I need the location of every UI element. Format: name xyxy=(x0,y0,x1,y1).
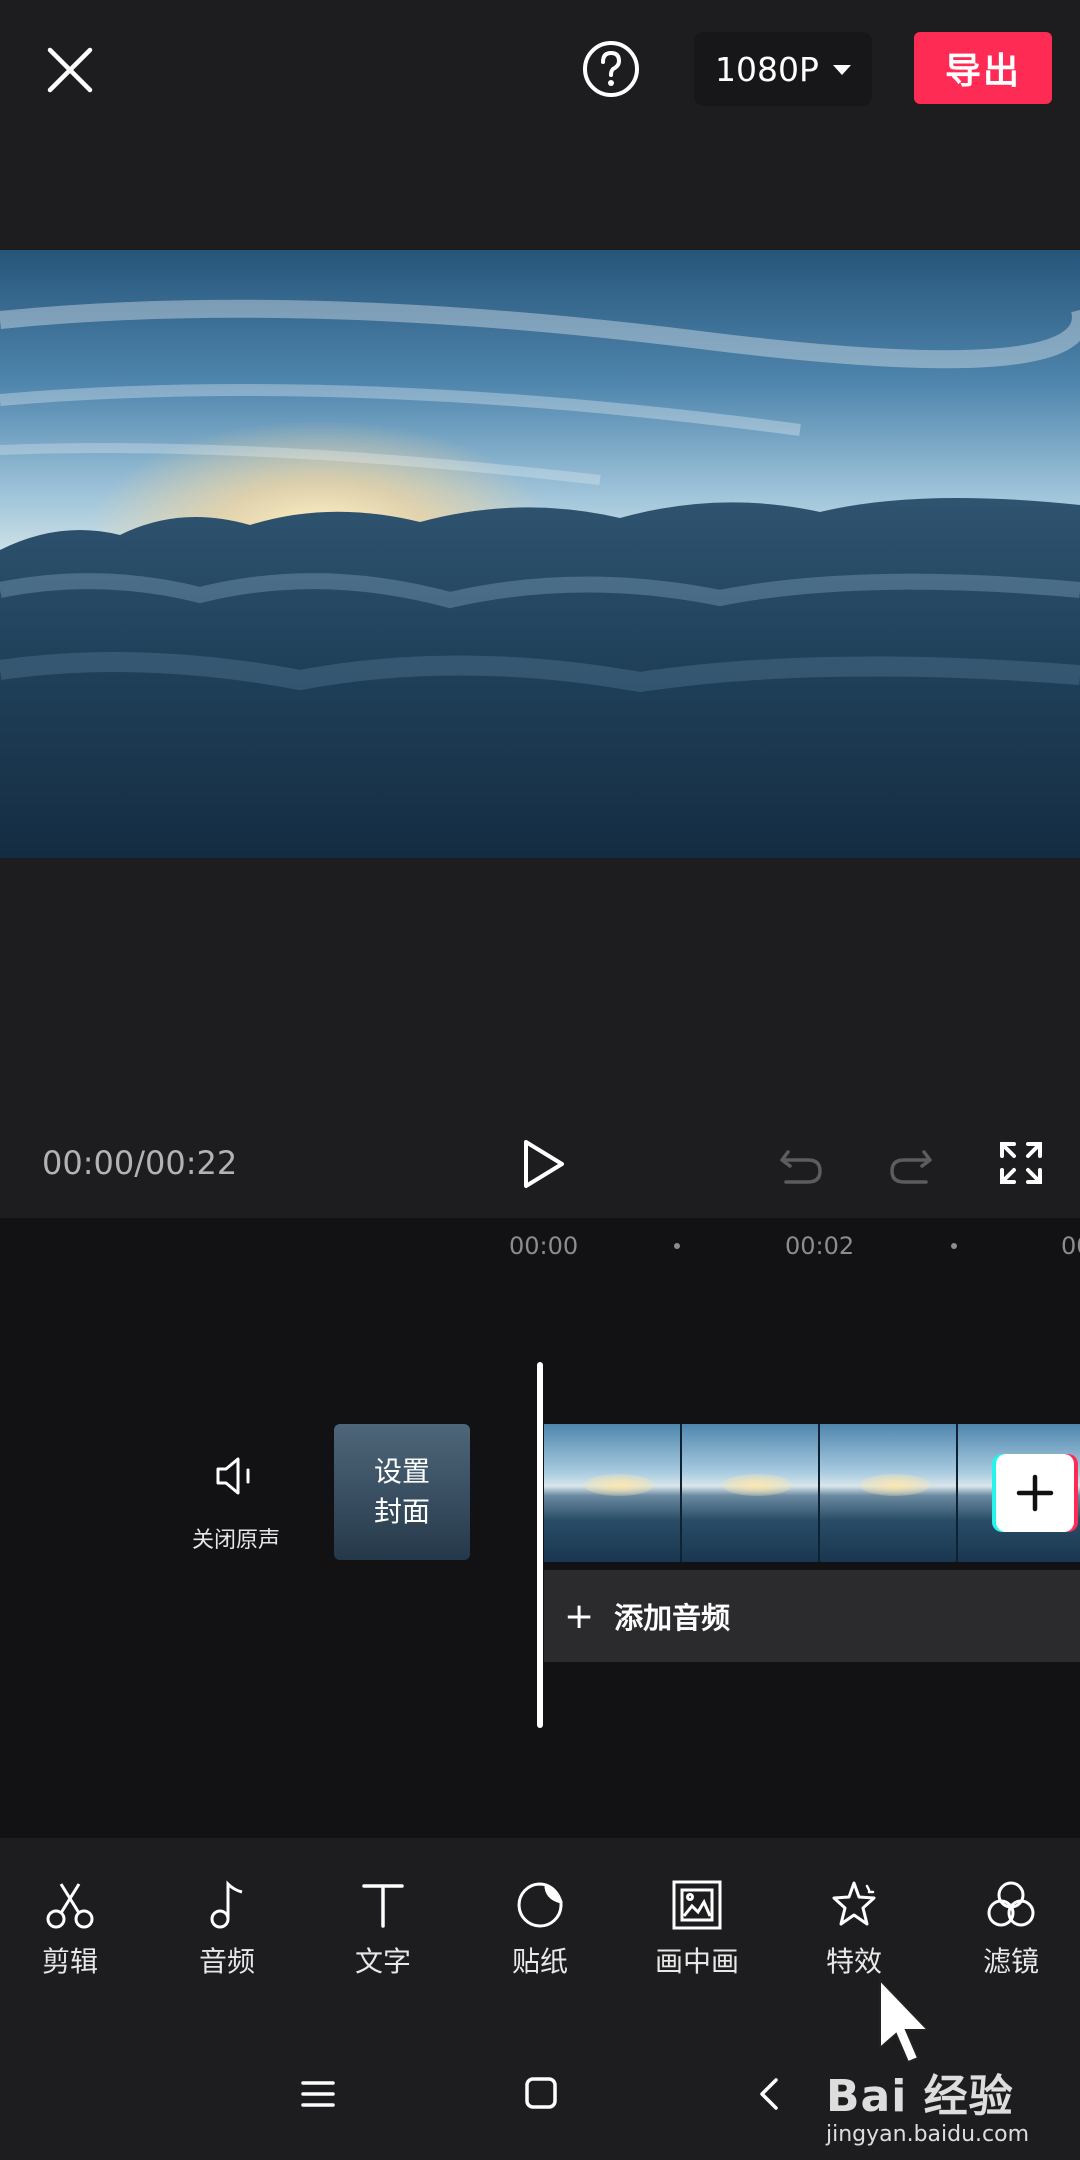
export-button[interactable]: 导出 xyxy=(914,32,1052,104)
picture-in-picture-icon xyxy=(672,1880,722,1930)
tool-sticker[interactable]: 贴纸 xyxy=(475,1878,605,1998)
tool-label: 剪辑 xyxy=(41,1945,98,1978)
undo-icon xyxy=(780,1150,822,1184)
ruler-label: 00:00 xyxy=(509,1232,579,1260)
mute-label: 关闭原声 xyxy=(191,1528,280,1553)
ruler-dot xyxy=(674,1243,680,1249)
clip-thumbnail xyxy=(544,1424,682,1562)
home-icon xyxy=(525,2077,557,2109)
play-icon xyxy=(524,1140,564,1188)
timecode: 00:00/00:22 xyxy=(42,1144,238,1182)
resolution-label: 1080P xyxy=(715,49,819,89)
add-audio-button[interactable]: + 添加音频 xyxy=(544,1570,1080,1662)
tool-cut[interactable]: 剪辑 xyxy=(5,1878,135,1998)
menu-button[interactable] xyxy=(300,2078,336,2110)
ruler-label: 00:02 xyxy=(785,1232,855,1260)
tool-label: 特效 xyxy=(825,1945,882,1978)
speaker-icon xyxy=(216,1457,250,1495)
back-icon xyxy=(760,2078,778,2110)
music-note-icon xyxy=(210,1880,243,1929)
filter-icon xyxy=(987,1881,1035,1927)
cover-label-line2: 封面 xyxy=(373,1495,430,1528)
ruler-dot xyxy=(951,1243,957,1249)
video-preview[interactable] xyxy=(0,250,1080,858)
cover-label-line1: 设置 xyxy=(373,1455,430,1488)
text-icon xyxy=(362,1884,404,1928)
add-clip-button[interactable] xyxy=(996,1454,1074,1532)
ruler-label: 00 xyxy=(1061,1232,1080,1260)
mute-original-sound-button[interactable]: 关闭原声 xyxy=(176,1452,296,1556)
tool-label: 贴纸 xyxy=(511,1945,568,1978)
play-button[interactable] xyxy=(512,1134,572,1194)
tool-picture-in-picture[interactable]: 画中画 xyxy=(632,1878,762,1998)
clip-thumbnail xyxy=(820,1424,958,1562)
preview-image xyxy=(0,299,1080,858)
tool-text[interactable]: 文字 xyxy=(318,1878,448,1998)
redo-button[interactable] xyxy=(886,1138,936,1188)
pointer-cursor xyxy=(876,1976,936,2066)
watermark-brand: Bai 经验 xyxy=(826,2071,1014,2122)
add-audio-label: 添加音频 xyxy=(614,1601,731,1635)
help-button[interactable] xyxy=(580,38,642,100)
playhead[interactable] xyxy=(537,1362,543,1728)
fullscreen-icon xyxy=(1000,1142,1042,1184)
baidu-jingyan-watermark: Bai 经验 jingyan.baidu.com xyxy=(826,2060,1056,2150)
tool-label: 画中画 xyxy=(654,1945,739,1978)
watermark-url: jingyan.baidu.com xyxy=(826,2122,1030,2147)
tool-label: 文字 xyxy=(354,1945,411,1978)
tool-filter[interactable]: 滤镜 xyxy=(946,1878,1076,1998)
tool-label: 音频 xyxy=(198,1945,255,1978)
tool-audio[interactable]: 音频 xyxy=(162,1878,292,1998)
resolution-dropdown[interactable]: 1080P xyxy=(694,32,872,106)
tool-label: 滤镜 xyxy=(982,1945,1039,1978)
plus-icon xyxy=(1016,1474,1054,1512)
home-button[interactable] xyxy=(524,2076,558,2110)
close-button[interactable] xyxy=(40,40,100,100)
back-button[interactable] xyxy=(756,2076,780,2112)
set-cover-button[interactable]: 设置 封面 xyxy=(334,1424,470,1560)
clip-thumbnail xyxy=(682,1424,820,1562)
cursor-icon xyxy=(879,1977,931,2064)
sticker-icon xyxy=(517,1882,563,1928)
fullscreen-button[interactable] xyxy=(996,1138,1046,1188)
star-effect-icon xyxy=(832,1881,876,1926)
help-icon xyxy=(583,41,639,97)
undo-button[interactable] xyxy=(776,1138,826,1188)
plus-icon: + xyxy=(564,1595,595,1637)
scissors-icon xyxy=(46,1883,94,1929)
menu-icon xyxy=(301,2081,335,2107)
close-icon xyxy=(47,47,93,93)
chevron-down-icon xyxy=(832,65,851,75)
redo-icon xyxy=(890,1150,932,1184)
